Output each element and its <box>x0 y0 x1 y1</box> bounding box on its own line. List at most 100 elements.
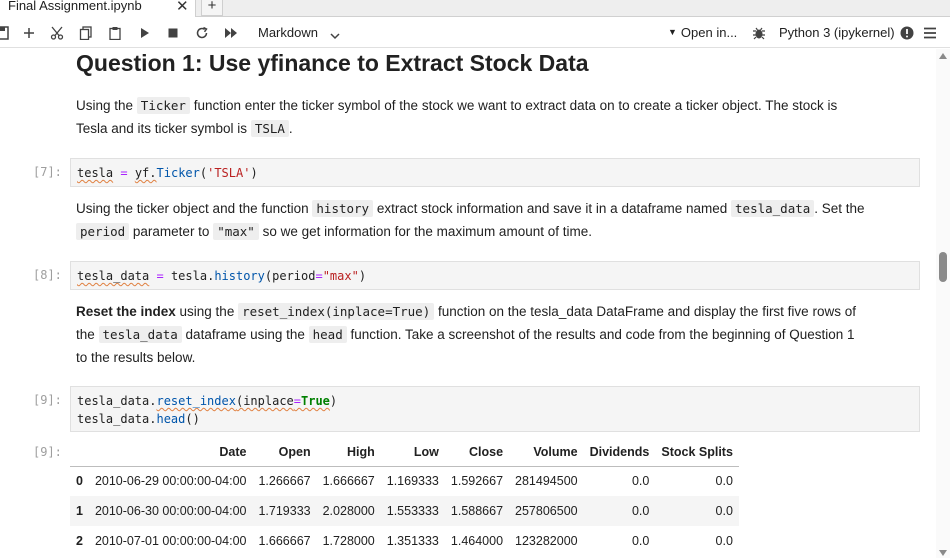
code-token: Ticker <box>156 166 200 180</box>
run-icon[interactable] <box>135 23 155 43</box>
row-index: 0 <box>76 474 83 489</box>
open-in-menu[interactable]: ▼ Open in... <box>668 25 737 40</box>
markdown-cell-3[interactable]: Reset the index using the reset_index(in… <box>76 300 926 369</box>
table-cell: 0.0 <box>631 534 650 548</box>
kernel-name[interactable]: Python 3 (ipykernel) <box>779 25 895 40</box>
notebook-tab[interactable]: Final Assignment.ipynb ✕ <box>0 0 196 17</box>
code-token: ) <box>329 394 338 408</box>
md-text: Using the ticker object and the function <box>76 201 313 216</box>
table-cell: 2010-06-29 00:00:00-04:00 <box>94 474 247 489</box>
inline-code: head <box>308 326 347 343</box>
restart-run-all-icon[interactable] <box>221 23 241 43</box>
inline-code: tesla_data <box>731 200 815 217</box>
code-token: True <box>301 394 330 408</box>
insert-cell-icon[interactable] <box>19 23 39 43</box>
inline-code: history <box>312 200 374 217</box>
table-cell: 1.719333 <box>252 496 317 526</box>
code-cell-7[interactable]: tesla = yf.Ticker('TSLA') <box>70 158 920 187</box>
inline-code: Ticker <box>136 97 190 114</box>
md-line: period parameter to "max" so we get info… <box>76 220 926 243</box>
md-text: extract stock information and save it in… <box>373 201 732 216</box>
md-line: Using the ticker object and the function… <box>76 197 926 220</box>
scrollbar-thumb[interactable] <box>939 252 947 282</box>
table-cell: 1.169333 <box>386 474 439 489</box>
code-token: = <box>120 166 128 180</box>
md-text: function enter the ticker symbol of the … <box>189 98 838 113</box>
cell-prompt: [7]: <box>33 165 62 179</box>
cell-type-select[interactable]: Markdown <box>258 25 318 40</box>
scroll-down-icon[interactable] <box>939 550 947 556</box>
table-row: 2 2010-07-01 00:00:00-04:00 1.666667 1.7… <box>70 526 739 556</box>
table-cell: 0.0 <box>715 474 733 489</box>
md-text: Tesla and its ticker symbol is <box>76 121 251 136</box>
row-index: 2 <box>76 534 83 548</box>
table-cell: 0.0 <box>631 474 650 489</box>
code-token: head <box>156 412 186 426</box>
cell-prompt: [9]: <box>33 393 62 407</box>
code-cell-9[interactable]: tesla_data.reset_index(inplace=True) tes… <box>70 386 920 432</box>
md-bold: Reset the index <box>76 304 176 319</box>
md-line: Using the Ticker function enter the tick… <box>76 94 906 117</box>
tab-title[interactable]: Final Assignment.ipynb <box>8 0 142 13</box>
column-header <box>70 438 89 467</box>
inline-code: tesla_data <box>98 326 182 343</box>
stop-icon[interactable] <box>163 23 183 43</box>
md-text: Using the <box>76 98 137 113</box>
cut-icon[interactable] <box>47 23 67 43</box>
chevron-down-icon[interactable] <box>330 27 340 45</box>
column-header: Date <box>88 438 253 467</box>
table-row: 0 2010-06-29 00:00:00-04:00 1.266667 1.6… <box>70 466 739 496</box>
inline-code: "max" <box>213 223 259 240</box>
column-header: Dividends <box>583 438 656 467</box>
paste-icon[interactable] <box>105 23 125 43</box>
table-cell: 1.666667 <box>258 534 311 548</box>
md-line: the tesla_data dataframe using the head … <box>76 323 926 346</box>
md-text: . Set the <box>814 201 865 216</box>
table-cell: 1.464000 <box>450 534 504 548</box>
code-token: 'TSLA' <box>207 166 251 180</box>
scroll-up-icon[interactable] <box>939 53 947 59</box>
tab-bar: Final Assignment.ipynb ✕ + <box>0 0 950 17</box>
column-header: Close <box>444 438 510 467</box>
table-cell: 1.728000 <box>322 534 375 548</box>
md-text: . <box>288 121 293 136</box>
table-header-row: Date Open High Low Close Volume Dividend… <box>70 438 739 467</box>
table-cell: 0.0 <box>715 534 733 548</box>
copy-icon[interactable] <box>76 23 96 43</box>
debugger-icon[interactable] <box>749 23 769 43</box>
row-index: 1 <box>70 496 89 526</box>
table-cell: 281494500 <box>515 474 578 489</box>
code-token: tesla_data. <box>77 412 157 426</box>
markdown-cell-1[interactable]: Using the Ticker function enter the tick… <box>76 94 906 140</box>
restart-icon[interactable] <box>192 23 212 43</box>
code-token: history <box>214 269 265 283</box>
code-token: (inplace <box>235 394 294 408</box>
code-cell-8[interactable]: tesla_data = tesla.history(period="max") <box>70 261 920 290</box>
table-cell: 257806500 <box>509 496 584 526</box>
menu-icon[interactable] <box>920 23 940 43</box>
save-icon[interactable] <box>0 23 12 43</box>
question-heading: Question 1: Use yfinance to Extract Stoc… <box>76 50 589 76</box>
dataframe-table: Date Open High Low Close Volume Dividend… <box>70 438 739 556</box>
caret-down-icon: ▼ <box>668 27 677 37</box>
md-line: to the results below. <box>76 346 926 369</box>
code-token: "max" <box>322 269 359 283</box>
code-token: = <box>315 269 323 283</box>
md-line: Tesla and its ticker symbol is TSLA. <box>76 117 906 140</box>
column-header: Volume <box>509 438 584 467</box>
table-cell: 2010-06-30 00:00:00-04:00 <box>88 496 253 526</box>
table-cell: 1.588667 <box>444 496 510 526</box>
code-token: ) <box>358 269 367 283</box>
table-row: 1 2010-06-30 00:00:00-04:00 1.719333 2.0… <box>70 496 739 526</box>
vertical-scrollbar[interactable] <box>936 49 950 558</box>
markdown-cell-2[interactable]: Using the ticker object and the function… <box>76 197 926 243</box>
md-text: the <box>76 327 99 342</box>
code-token: = <box>156 269 164 283</box>
column-header: High <box>316 438 381 467</box>
new-tab-button[interactable]: + <box>201 0 223 16</box>
table-cell: 1.266667 <box>258 474 311 489</box>
md-text: to the results below. <box>76 350 196 365</box>
code-token: yf. <box>134 166 157 180</box>
close-tab-icon[interactable]: ✕ <box>176 0 189 15</box>
md-text: parameter to <box>129 224 214 239</box>
